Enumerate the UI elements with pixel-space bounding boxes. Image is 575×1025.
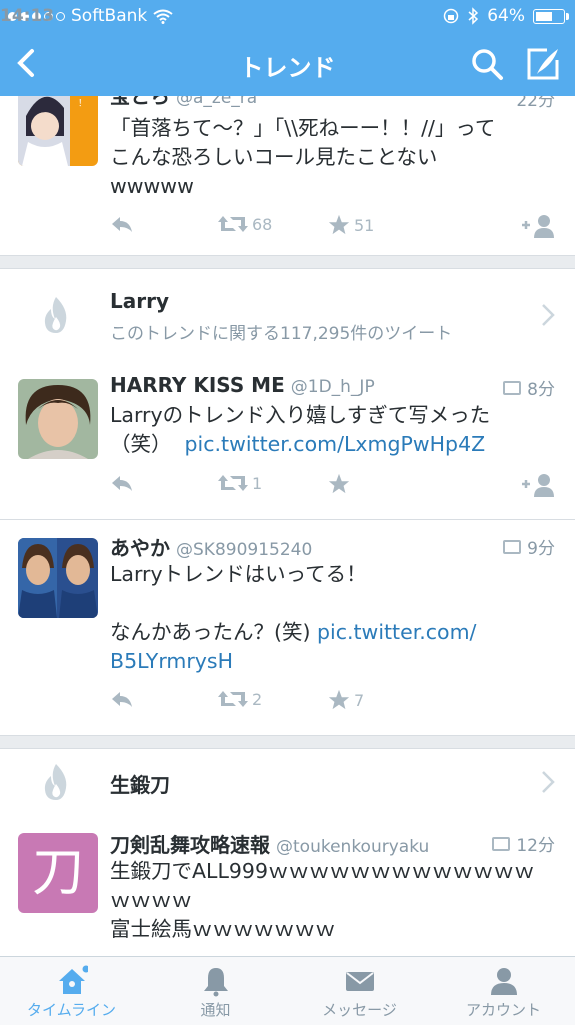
trend-name: 生鍛刀 <box>110 773 170 797</box>
avatar[interactable] <box>18 538 98 618</box>
tab-messages[interactable]: メッセージ <box>288 957 431 1025</box>
retweet-icon <box>218 691 248 707</box>
tab-label: メッセージ <box>322 1001 397 1019</box>
trend-item-larry[interactable]: Larry このトレンドに関する117,295件のツイート <box>0 268 575 362</box>
divider <box>0 735 575 736</box>
tab-account[interactable]: アカウント <box>432 957 575 1025</box>
avatar-char: 刀 <box>31 843 84 903</box>
tweet-author[interactable]: 刀剣乱舞攻略速報 @toukenkouryaku <box>110 829 429 858</box>
trend-subtitle: このトレンドに関する117,295件のツイート <box>110 324 453 344</box>
tweet-card[interactable]: HARRY KISS ME @1D_h_JP 8分 Larryのトレンド入り嬉しす… <box>0 361 575 519</box>
tweet-text: Larryのトレンド入り嬉しすぎて写メった （笑） pic.twitter.co… <box>110 403 491 456</box>
tweet-time: 8分 <box>503 375 555 400</box>
reply-icon <box>112 476 132 491</box>
avatar[interactable] <box>18 379 98 459</box>
tweet-text: Larryトレンドはいってる！ なんかあったん？(笑) pic.twitter.… <box>110 562 477 673</box>
retweet-button[interactable]: 1 <box>218 473 262 493</box>
tab-timeline[interactable]: タイムライン <box>0 957 143 1025</box>
tweet-card[interactable]: 刀 刀剣乱舞攻略速報 @toukenkouryaku 12分 生鍛刀でALL999… <box>0 815 575 956</box>
add-user-icon <box>522 215 554 238</box>
reply-icon <box>112 217 132 232</box>
tab-bar: タイムライン 通知 メッセージ アカウント <box>0 956 575 1025</box>
favorite-button[interactable]: 7 <box>328 689 364 711</box>
rotation-lock-icon <box>443 8 459 24</box>
tweet-author[interactable]: HARRY KISS ME @1D_h_JP <box>110 373 375 397</box>
status-bar: SoftBank 14:13 64% <box>0 0 575 32</box>
reply-button[interactable] <box>110 689 134 709</box>
reply-button[interactable] <box>110 473 134 493</box>
avatar[interactable]: 刀 <box>18 833 98 913</box>
svg-text:！: ！ <box>78 98 87 109</box>
add-user-icon <box>522 474 554 497</box>
battery-percent: 64% <box>487 6 525 26</box>
battery-icon <box>533 8 569 24</box>
tweet-text: 生鍛刀でALL999ｗｗｗｗｗｗｗｗｗｗｗｗｗ ｗｗｗｗ 富士絵馬ｗｗｗｗｗｗｗ <box>110 859 535 941</box>
tab-label: タイムライン <box>27 1001 116 1019</box>
tweet-author[interactable]: あやか @SK890915240 <box>110 532 312 561</box>
tab-label: アカウント <box>465 1001 541 1019</box>
tweet-card[interactable]: あやか @SK890915240 9分 Larryトレンドはいってる！ なんかあっ… <box>0 520 575 735</box>
photo-icon <box>492 836 511 851</box>
retweet-icon <box>218 216 248 232</box>
tweet-time: 9分 <box>503 534 555 559</box>
tab-notifications[interactable]: 通知 <box>144 957 287 1025</box>
compose-icon[interactable] <box>525 46 561 82</box>
tweet-actions: 1 <box>110 473 560 497</box>
favorite-button[interactable] <box>328 473 350 495</box>
star-icon <box>328 214 350 235</box>
photo-icon <box>503 380 522 395</box>
reply-button[interactable] <box>110 214 134 234</box>
person-icon <box>490 968 517 995</box>
trend-item-seitanto[interactable]: 生鍛刀 <box>0 748 575 816</box>
tweet-actions: 68 51 <box>110 214 560 238</box>
search-icon[interactable] <box>469 46 505 82</box>
follow-button[interactable] <box>522 214 556 238</box>
tab-label: 通知 <box>200 1001 231 1019</box>
retweet-button[interactable]: 2 <box>218 689 262 709</box>
chevron-right-icon <box>542 304 555 326</box>
timeline-content[interactable]: ！ 宝とら @a_ze_ra 22分 「首落ちて〜？」「\\死ねーー！！//」って… <box>0 96 575 956</box>
chevron-right-icon <box>542 771 555 793</box>
tweet-actions: 2 7 <box>110 689 560 713</box>
avatar[interactable]: ！ <box>18 96 98 166</box>
flame-icon <box>44 297 67 333</box>
favorite-button[interactable]: 51 <box>328 214 374 236</box>
envelope-icon <box>345 972 374 991</box>
tweet-link[interactable]: pic.twitter.com/LxmgPwHp4Z <box>185 432 486 456</box>
photo-icon <box>503 539 522 554</box>
retweet-icon <box>218 475 248 491</box>
tweet-text: 「首落ちて〜？」「\\死ねーー！！//」って こんな恐ろしいコール見たことない … <box>110 116 496 198</box>
navigation-bar: トレンド <box>0 32 575 96</box>
divider <box>0 255 575 256</box>
tweet-card[interactable]: ！ 宝とら @a_ze_ra 22分 「首落ちて〜？」「\\死ねーー！！//」って… <box>0 96 575 255</box>
home-icon <box>58 965 88 994</box>
trend-name: Larry <box>110 289 170 313</box>
tweet-time: 22分 <box>516 96 555 111</box>
star-icon <box>328 689 350 710</box>
reply-icon <box>112 692 132 707</box>
retweet-button[interactable]: 68 <box>218 214 272 234</box>
flame-icon <box>44 764 67 800</box>
bell-icon <box>203 968 228 997</box>
follow-button[interactable] <box>522 473 556 497</box>
bluetooth-icon <box>468 7 479 25</box>
tweet-time: 12分 <box>492 831 555 856</box>
tweet-author[interactable]: 宝とら @a_ze_ra <box>110 96 257 109</box>
star-icon <box>328 473 350 494</box>
